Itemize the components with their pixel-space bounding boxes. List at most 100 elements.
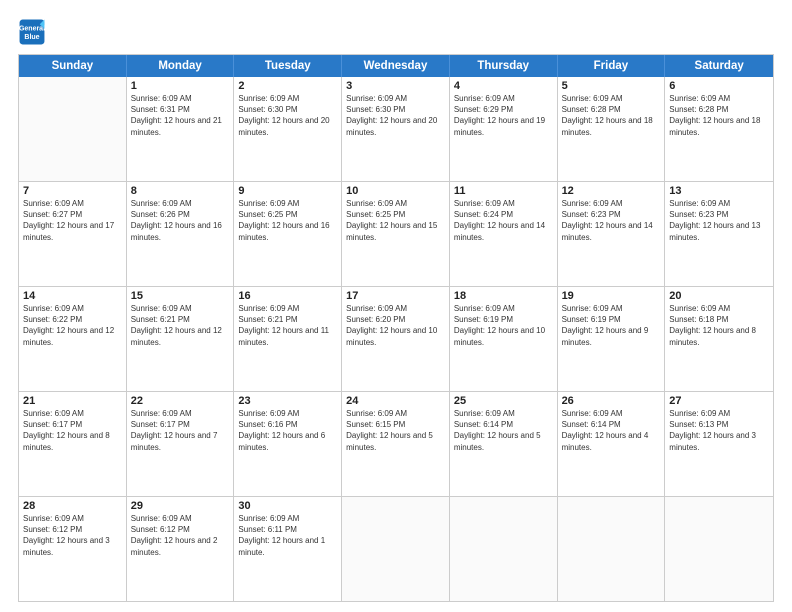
- cal-cell: 17Sunrise: 6:09 AMSunset: 6:20 PMDayligh…: [342, 287, 450, 391]
- cal-cell: 22Sunrise: 6:09 AMSunset: 6:17 PMDayligh…: [127, 392, 235, 496]
- cell-info: Sunrise: 6:09 AMSunset: 6:14 PMDaylight:…: [454, 408, 553, 453]
- cell-info: Sunrise: 6:09 AMSunset: 6:29 PMDaylight:…: [454, 93, 553, 138]
- cal-cell: [558, 497, 666, 601]
- cell-info: Sunrise: 6:09 AMSunset: 6:27 PMDaylight:…: [23, 198, 122, 243]
- day-number: 26: [562, 395, 661, 407]
- cell-info: Sunrise: 6:09 AMSunset: 6:14 PMDaylight:…: [562, 408, 661, 453]
- cal-cell: 2Sunrise: 6:09 AMSunset: 6:30 PMDaylight…: [234, 77, 342, 181]
- cal-cell: [665, 497, 773, 601]
- day-number: 5: [562, 80, 661, 92]
- header-day-thursday: Thursday: [450, 55, 558, 77]
- cell-info: Sunrise: 6:09 AMSunset: 6:31 PMDaylight:…: [131, 93, 230, 138]
- day-number: 16: [238, 290, 337, 302]
- day-number: 21: [23, 395, 122, 407]
- day-number: 17: [346, 290, 445, 302]
- header-day-wednesday: Wednesday: [342, 55, 450, 77]
- cell-info: Sunrise: 6:09 AMSunset: 6:28 PMDaylight:…: [669, 93, 769, 138]
- day-number: 29: [131, 500, 230, 512]
- cell-info: Sunrise: 6:09 AMSunset: 6:19 PMDaylight:…: [454, 303, 553, 348]
- cell-info: Sunrise: 6:09 AMSunset: 6:26 PMDaylight:…: [131, 198, 230, 243]
- calendar-header: SundayMondayTuesdayWednesdayThursdayFrid…: [19, 55, 773, 77]
- svg-text:Blue: Blue: [24, 34, 39, 41]
- header-day-tuesday: Tuesday: [234, 55, 342, 77]
- cal-cell: 21Sunrise: 6:09 AMSunset: 6:17 PMDayligh…: [19, 392, 127, 496]
- cal-cell: 11Sunrise: 6:09 AMSunset: 6:24 PMDayligh…: [450, 182, 558, 286]
- cal-cell: 19Sunrise: 6:09 AMSunset: 6:19 PMDayligh…: [558, 287, 666, 391]
- cal-cell: 24Sunrise: 6:09 AMSunset: 6:15 PMDayligh…: [342, 392, 450, 496]
- day-number: 7: [23, 185, 122, 197]
- day-number: 23: [238, 395, 337, 407]
- cell-info: Sunrise: 6:09 AMSunset: 6:12 PMDaylight:…: [23, 513, 122, 558]
- cell-info: Sunrise: 6:09 AMSunset: 6:17 PMDaylight:…: [131, 408, 230, 453]
- cell-info: Sunrise: 6:09 AMSunset: 6:11 PMDaylight:…: [238, 513, 337, 558]
- cal-cell: [342, 497, 450, 601]
- day-number: 4: [454, 80, 553, 92]
- cal-cell: 18Sunrise: 6:09 AMSunset: 6:19 PMDayligh…: [450, 287, 558, 391]
- cal-cell: 27Sunrise: 6:09 AMSunset: 6:13 PMDayligh…: [665, 392, 773, 496]
- header-day-friday: Friday: [558, 55, 666, 77]
- cell-info: Sunrise: 6:09 AMSunset: 6:28 PMDaylight:…: [562, 93, 661, 138]
- day-number: 25: [454, 395, 553, 407]
- cal-row-0: 1Sunrise: 6:09 AMSunset: 6:31 PMDaylight…: [19, 77, 773, 182]
- cell-info: Sunrise: 6:09 AMSunset: 6:23 PMDaylight:…: [562, 198, 661, 243]
- cell-info: Sunrise: 6:09 AMSunset: 6:15 PMDaylight:…: [346, 408, 445, 453]
- day-number: 1: [131, 80, 230, 92]
- cell-info: Sunrise: 6:09 AMSunset: 6:19 PMDaylight:…: [562, 303, 661, 348]
- cell-info: Sunrise: 6:09 AMSunset: 6:25 PMDaylight:…: [346, 198, 445, 243]
- cell-info: Sunrise: 6:09 AMSunset: 6:25 PMDaylight:…: [238, 198, 337, 243]
- cal-row-2: 14Sunrise: 6:09 AMSunset: 6:22 PMDayligh…: [19, 287, 773, 392]
- cell-info: Sunrise: 6:09 AMSunset: 6:24 PMDaylight:…: [454, 198, 553, 243]
- cal-cell: 20Sunrise: 6:09 AMSunset: 6:18 PMDayligh…: [665, 287, 773, 391]
- svg-text:General: General: [19, 25, 45, 32]
- calendar: SundayMondayTuesdayWednesdayThursdayFrid…: [18, 54, 774, 602]
- cell-info: Sunrise: 6:09 AMSunset: 6:30 PMDaylight:…: [346, 93, 445, 138]
- cal-cell: 13Sunrise: 6:09 AMSunset: 6:23 PMDayligh…: [665, 182, 773, 286]
- day-number: 18: [454, 290, 553, 302]
- cal-cell: [19, 77, 127, 181]
- cell-info: Sunrise: 6:09 AMSunset: 6:17 PMDaylight:…: [23, 408, 122, 453]
- cell-info: Sunrise: 6:09 AMSunset: 6:20 PMDaylight:…: [346, 303, 445, 348]
- cal-row-4: 28Sunrise: 6:09 AMSunset: 6:12 PMDayligh…: [19, 497, 773, 601]
- day-number: 6: [669, 80, 769, 92]
- day-number: 10: [346, 185, 445, 197]
- cell-info: Sunrise: 6:09 AMSunset: 6:16 PMDaylight:…: [238, 408, 337, 453]
- day-number: 19: [562, 290, 661, 302]
- cal-cell: 28Sunrise: 6:09 AMSunset: 6:12 PMDayligh…: [19, 497, 127, 601]
- cal-cell: 10Sunrise: 6:09 AMSunset: 6:25 PMDayligh…: [342, 182, 450, 286]
- cal-cell: 1Sunrise: 6:09 AMSunset: 6:31 PMDaylight…: [127, 77, 235, 181]
- day-number: 28: [23, 500, 122, 512]
- cal-cell: 30Sunrise: 6:09 AMSunset: 6:11 PMDayligh…: [234, 497, 342, 601]
- cal-cell: 3Sunrise: 6:09 AMSunset: 6:30 PMDaylight…: [342, 77, 450, 181]
- cal-cell: 8Sunrise: 6:09 AMSunset: 6:26 PMDaylight…: [127, 182, 235, 286]
- page-header: General Blue: [18, 18, 774, 46]
- cal-row-1: 7Sunrise: 6:09 AMSunset: 6:27 PMDaylight…: [19, 182, 773, 287]
- day-number: 27: [669, 395, 769, 407]
- day-number: 12: [562, 185, 661, 197]
- logo-icon: General Blue: [18, 18, 46, 46]
- cal-cell: 9Sunrise: 6:09 AMSunset: 6:25 PMDaylight…: [234, 182, 342, 286]
- cal-cell: 29Sunrise: 6:09 AMSunset: 6:12 PMDayligh…: [127, 497, 235, 601]
- day-number: 24: [346, 395, 445, 407]
- cal-row-3: 21Sunrise: 6:09 AMSunset: 6:17 PMDayligh…: [19, 392, 773, 497]
- cell-info: Sunrise: 6:09 AMSunset: 6:13 PMDaylight:…: [669, 408, 769, 453]
- cell-info: Sunrise: 6:09 AMSunset: 6:22 PMDaylight:…: [23, 303, 122, 348]
- day-number: 3: [346, 80, 445, 92]
- day-number: 30: [238, 500, 337, 512]
- header-day-monday: Monday: [127, 55, 235, 77]
- cal-cell: 7Sunrise: 6:09 AMSunset: 6:27 PMDaylight…: [19, 182, 127, 286]
- day-number: 11: [454, 185, 553, 197]
- cell-info: Sunrise: 6:09 AMSunset: 6:21 PMDaylight:…: [131, 303, 230, 348]
- day-number: 22: [131, 395, 230, 407]
- cal-cell: 4Sunrise: 6:09 AMSunset: 6:29 PMDaylight…: [450, 77, 558, 181]
- day-number: 8: [131, 185, 230, 197]
- cell-info: Sunrise: 6:09 AMSunset: 6:18 PMDaylight:…: [669, 303, 769, 348]
- day-number: 15: [131, 290, 230, 302]
- cal-cell: [450, 497, 558, 601]
- day-number: 13: [669, 185, 769, 197]
- logo: General Blue: [18, 18, 50, 46]
- day-number: 14: [23, 290, 122, 302]
- day-number: 9: [238, 185, 337, 197]
- cell-info: Sunrise: 6:09 AMSunset: 6:30 PMDaylight:…: [238, 93, 337, 138]
- cal-cell: 25Sunrise: 6:09 AMSunset: 6:14 PMDayligh…: [450, 392, 558, 496]
- cell-info: Sunrise: 6:09 AMSunset: 6:12 PMDaylight:…: [131, 513, 230, 558]
